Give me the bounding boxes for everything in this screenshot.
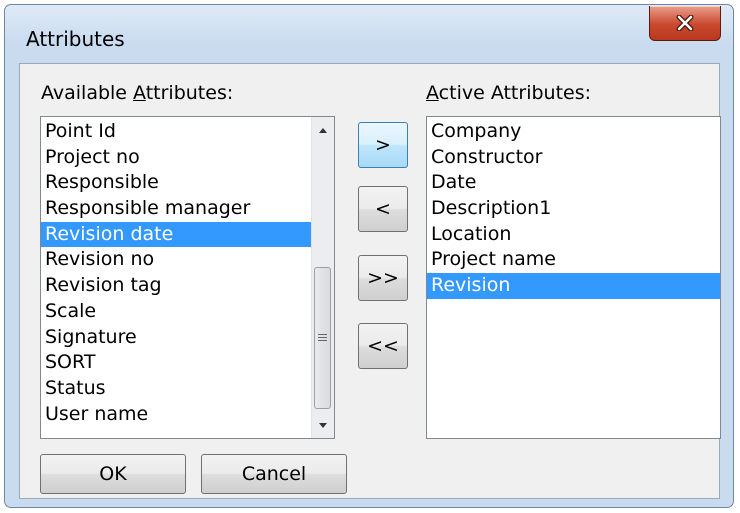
list-item[interactable]: Scale xyxy=(41,299,312,325)
list-item[interactable]: Point Id xyxy=(41,119,312,145)
close-button[interactable] xyxy=(649,6,721,41)
active-label-rest: ctive Attributes: xyxy=(438,82,592,104)
grip-icon xyxy=(318,334,327,341)
chevron-up-icon xyxy=(319,127,327,133)
dialog-client-area: Available Attributes: Point Id Project no… xyxy=(19,63,721,499)
active-attributes-label: Active Attributes: xyxy=(426,82,591,104)
list-item[interactable]: Revision no xyxy=(41,247,312,273)
list-item[interactable]: Constructor xyxy=(427,145,720,171)
list-item[interactable]: SORT xyxy=(41,350,312,376)
available-label-accelerator: A xyxy=(133,82,146,104)
list-item[interactable]: Location xyxy=(427,222,720,248)
list-item[interactable]: Revision date xyxy=(41,221,312,248)
available-items: Point Id Project no Responsible Responsible… xyxy=(41,119,312,427)
dialog-title: Attributes xyxy=(26,27,125,51)
available-attributes-list[interactable]: Point Id Project no Responsible Responsible… xyxy=(40,116,335,439)
add-all-button[interactable]: >> xyxy=(358,255,408,301)
list-item[interactable]: Company xyxy=(427,119,720,145)
list-item[interactable]: Project no xyxy=(41,145,312,171)
chevron-down-icon xyxy=(319,422,327,428)
available-label-prefix: Available xyxy=(41,82,134,104)
remove-button[interactable]: < xyxy=(358,186,408,232)
close-icon xyxy=(676,15,694,31)
list-item[interactable]: Description1 xyxy=(427,196,720,222)
list-item[interactable]: Responsible manager xyxy=(41,196,312,222)
ok-button[interactable]: OK xyxy=(40,454,186,494)
cancel-button[interactable]: Cancel xyxy=(201,454,347,494)
available-attributes-label: Available Attributes: xyxy=(41,82,233,104)
scroll-up-button[interactable] xyxy=(312,119,334,141)
list-item[interactable]: Responsible xyxy=(41,170,312,196)
scrollbar-thumb[interactable] xyxy=(314,267,331,409)
add-button[interactable]: > xyxy=(358,122,408,168)
active-attributes-list[interactable]: Company Constructor Date Description1 Locati… xyxy=(426,116,721,439)
list-item[interactable]: Revision tag xyxy=(41,273,312,299)
list-item[interactable]: User name xyxy=(41,402,312,428)
list-item[interactable]: Status xyxy=(41,376,312,402)
available-scrollbar[interactable] xyxy=(311,117,334,438)
available-label-rest: ttributes: xyxy=(145,82,234,104)
attributes-dialog: Attributes Available Attributes: Point I… xyxy=(4,4,734,508)
scroll-down-button[interactable] xyxy=(312,414,334,436)
active-label-accelerator: A xyxy=(426,82,439,104)
remove-all-button[interactable]: << xyxy=(358,323,408,369)
list-item[interactable]: Project name xyxy=(427,247,720,273)
active-items: Company Constructor Date Description1 Locati… xyxy=(427,119,720,299)
list-item[interactable]: Signature xyxy=(41,325,312,351)
title-bar: Attributes xyxy=(5,5,733,67)
list-item[interactable]: Revision xyxy=(427,273,720,299)
list-item[interactable]: Date xyxy=(427,170,720,196)
